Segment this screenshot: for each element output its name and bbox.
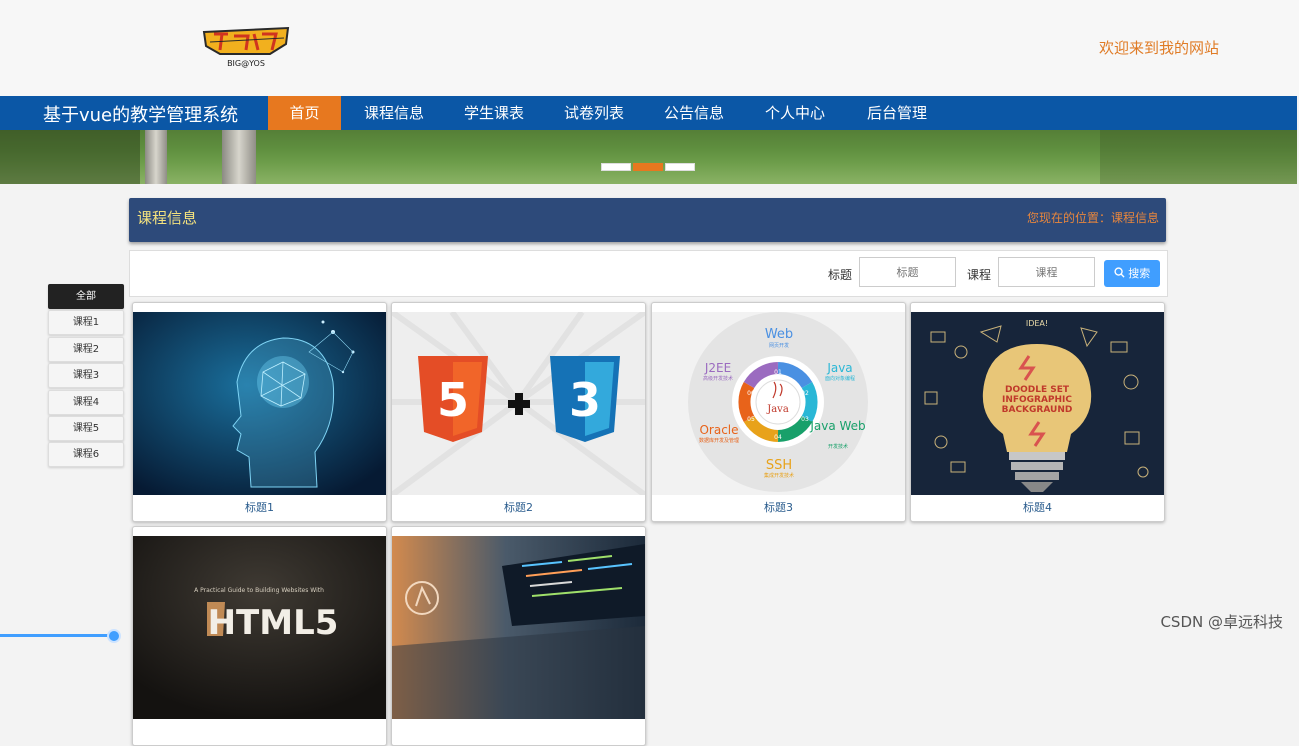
svg-text:数据库开发及管理: 数据库开发及管理	[699, 437, 739, 444]
nav-item-home[interactable]: 首页	[268, 96, 341, 130]
category-course-6[interactable]: 课程6	[48, 442, 124, 467]
csdn-watermark: CSDN @卓远科技	[1160, 613, 1283, 631]
search-button[interactable]: 搜索	[1104, 260, 1160, 287]
category-course-5[interactable]: 课程5	[48, 416, 124, 441]
java-center-text: Java	[766, 404, 789, 415]
course-card-title: 标题2	[504, 501, 533, 514]
search-icon	[1114, 267, 1125, 278]
course-card[interactable]: 5 3 标题2	[391, 302, 646, 522]
course-card[interactable]: Java 01 02 03 04 05 06 Web 网页开发 Java 面向对…	[651, 302, 906, 522]
banner-carousel[interactable]	[0, 130, 1297, 184]
scroll-progress-bar	[0, 634, 112, 637]
category-course-1[interactable]: 课程1	[48, 310, 124, 335]
ai-brain-head-image	[133, 312, 386, 495]
site-title: 基于vue的教学管理系统	[43, 105, 239, 126]
svg-text:06: 06	[747, 390, 755, 397]
nav-item-announcements[interactable]: 公告信息	[652, 96, 736, 130]
book-title: HTML5	[208, 603, 339, 643]
carousel-dot[interactable]	[601, 163, 631, 171]
banner-shadow	[1100, 130, 1297, 184]
svg-text:01: 01	[774, 369, 782, 376]
category-course-3[interactable]: 课程3	[48, 363, 124, 388]
course-card[interactable]	[391, 526, 646, 746]
svg-text:BIG@YOS: BIG@YOS	[227, 59, 265, 68]
svg-text:3: 3	[569, 373, 601, 427]
svg-text:Oracle: Oracle	[699, 423, 738, 437]
nav-item-student-schedule[interactable]: 学生课表	[452, 96, 536, 130]
search-bar: 标题 课程 搜索	[129, 250, 1168, 297]
course-card-title: 标题1	[245, 501, 274, 514]
svg-text:BACKGRAUND: BACKGRAUND	[1002, 405, 1073, 415]
course-card[interactable]: 标题1	[132, 302, 387, 522]
banner-shadow	[0, 130, 140, 184]
carousel-dot-active[interactable]	[633, 163, 663, 171]
svg-text:高级开发技术: 高级开发技术	[703, 375, 733, 382]
svg-text:5: 5	[437, 373, 469, 427]
welcome-text: 欢迎来到我的网站	[1098, 39, 1219, 57]
svg-text:Web: Web	[765, 327, 793, 342]
nav-item-admin[interactable]: 后台管理	[855, 96, 939, 130]
html5-book-image: A Practical Guide to Building Websites W…	[133, 536, 386, 719]
title-search-input[interactable]	[859, 257, 956, 287]
title-search-label: 标题	[828, 268, 853, 282]
book-subtitle: A Practical Guide to Building Websites W…	[194, 587, 324, 594]
laptop-code-image	[392, 536, 645, 719]
html5-css3-image: 5 3	[392, 312, 645, 495]
svg-text:DOODLE SET: DOODLE SET	[1005, 385, 1070, 395]
scroll-progress-knob[interactable]	[107, 629, 121, 643]
svg-text:02: 02	[801, 390, 809, 397]
search-button-label: 搜索	[1128, 267, 1151, 280]
carousel-dot[interactable]	[665, 163, 695, 171]
course-card[interactable]: A Practical Guide to Building Websites W…	[132, 526, 387, 746]
course-search-label: 课程	[967, 268, 992, 282]
svg-text:集成开发技术: 集成开发技术	[764, 472, 794, 479]
site-logo[interactable]: BIG@YOS	[200, 24, 292, 72]
section-title: 课程信息	[137, 209, 198, 227]
svg-text:04: 04	[774, 434, 782, 441]
svg-text:Java Web: Java Web	[809, 419, 865, 433]
java-wheel-image: Java 01 02 03 04 05 06 Web 网页开发 Java 面向对…	[652, 312, 905, 495]
banner-tree-trunk	[145, 130, 167, 184]
svg-text:开发技术: 开发技术	[828, 443, 848, 450]
course-search-input[interactable]	[998, 257, 1095, 287]
idea-text: IDEA!	[1026, 319, 1048, 328]
digimon-logo-icon: BIG@YOS	[202, 26, 290, 68]
course-card[interactable]: IDEA! DOODLE SET INFOGRAPHIC BACKGRAUND …	[910, 302, 1165, 522]
course-card-title: 标题3	[764, 501, 793, 514]
svg-text:J2EE: J2EE	[704, 361, 731, 375]
category-course-2[interactable]: 课程2	[48, 337, 124, 362]
svg-text:SSH: SSH	[766, 458, 792, 473]
category-course-4[interactable]: 课程4	[48, 390, 124, 415]
svg-text:网页开发: 网页开发	[769, 342, 789, 349]
breadcrumb: 您现在的位置：课程信息	[1026, 211, 1159, 225]
nav-item-courses[interactable]: 课程信息	[352, 96, 436, 130]
svg-text:05: 05	[747, 416, 755, 423]
main-navbar: 基于vue的教学管理系统 首页 课程信息 学生课表 试卷列表 公告信息 个人中心…	[0, 96, 1297, 130]
banner-tree-trunk	[222, 130, 256, 184]
nav-item-exam-list[interactable]: 试卷列表	[552, 96, 636, 130]
category-all[interactable]: 全部	[48, 284, 124, 309]
nav-item-personal-center[interactable]: 个人中心	[753, 96, 837, 130]
lightbulb-infographic-image: IDEA! DOODLE SET INFOGRAPHIC BACKGRAUND	[911, 312, 1164, 495]
section-header: 课程信息 您现在的位置：课程信息	[129, 198, 1166, 242]
svg-text:03: 03	[801, 416, 809, 423]
svg-text:INFOGRAPHIC: INFOGRAPHIC	[1002, 395, 1072, 405]
course-card-title: 标题4	[1023, 501, 1052, 514]
site-header: BIG@YOS 欢迎来到我的网站	[0, 0, 1299, 96]
svg-text:Java: Java	[826, 361, 852, 375]
svg-text:面向对象编程: 面向对象编程	[825, 375, 855, 382]
